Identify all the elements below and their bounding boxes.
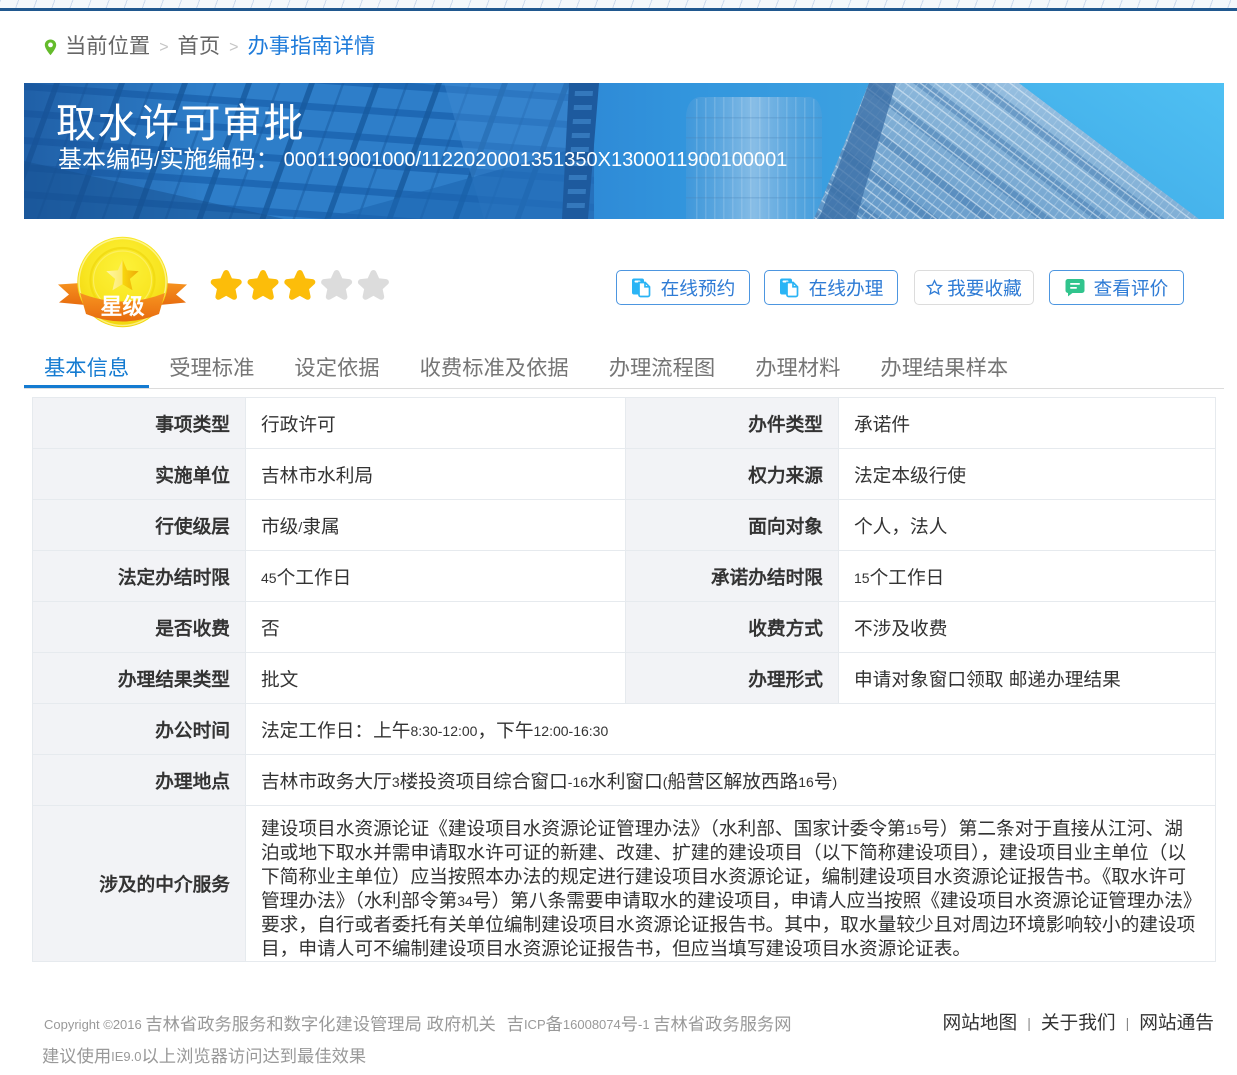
- svg-text:星级: 星级: [100, 294, 144, 319]
